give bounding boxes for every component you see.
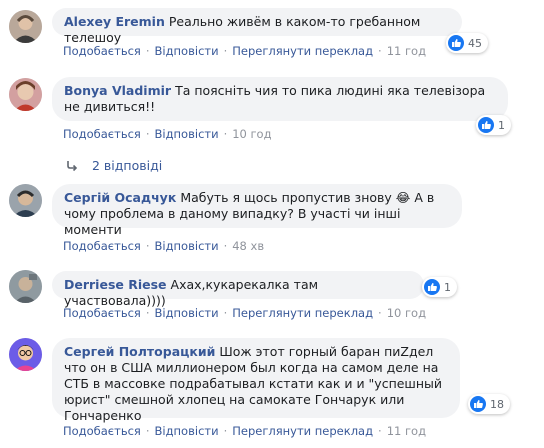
- separator: ·: [378, 44, 382, 58]
- reply-link[interactable]: Відповісти: [155, 424, 219, 438]
- comment-author[interactable]: Derriese Riese: [64, 277, 167, 292]
- like-link[interactable]: Подобається: [63, 306, 141, 320]
- reaction-count[interactable]: 45: [446, 33, 488, 53]
- separator: ·: [145, 127, 150, 141]
- comment-bubble: Derriese Riese Ахах,кукарекалка там участ…: [52, 271, 424, 308]
- separator: ·: [145, 239, 150, 253]
- separator: ·: [145, 424, 150, 438]
- comment-actions: Подобається · Відповісти · Переглянути п…: [63, 424, 426, 438]
- like-reaction-icon: [424, 279, 440, 295]
- comment-text: Мабуть я щось пропустив знову: [180, 190, 392, 205]
- avatar[interactable]: [9, 270, 42, 303]
- comment: Сергей Полторацкий Шож этот горный баран …: [0, 330, 544, 448]
- separator: ·: [223, 127, 228, 141]
- separator: ·: [223, 306, 228, 320]
- comment-timestamp[interactable]: 10 год: [232, 127, 271, 141]
- reply-link[interactable]: Відповісти: [155, 306, 219, 320]
- comment-timestamp[interactable]: 48 хв: [232, 239, 264, 253]
- reaction-count[interactable]: 1: [422, 277, 457, 297]
- translate-link[interactable]: Переглянути переклад: [232, 306, 373, 320]
- comment-author[interactable]: Alexey Eremin: [64, 14, 165, 29]
- comment-actions: Подобається · Відповісти · Переглянути п…: [63, 44, 426, 58]
- like-reaction-icon: [478, 117, 494, 133]
- comment-actions: Подобається · Відповісти · 10 год: [63, 127, 272, 141]
- reaction-count[interactable]: 1: [476, 115, 511, 135]
- like-link[interactable]: Подобається: [63, 424, 141, 438]
- comment-bubble: Bonya Vladimir Та поясніть чия то пика лю…: [52, 77, 508, 121]
- reply-link[interactable]: Відповісти: [155, 127, 219, 141]
- reaction-number: 18: [490, 397, 504, 411]
- comment: Alexey Eremin Реально живём в каком-то гр…: [0, 0, 544, 64]
- like-reaction-icon: [470, 396, 486, 412]
- avatar[interactable]: [9, 184, 42, 217]
- separator: ·: [223, 44, 228, 58]
- comment: Derriese Riese Ахах,кукарекалка там участ…: [0, 262, 544, 326]
- reaction-number: 1: [498, 118, 505, 132]
- comment-author[interactable]: Сергій Осадчук: [64, 190, 176, 205]
- separator: ·: [223, 239, 228, 253]
- comment-author[interactable]: Bonya Vladimir: [64, 83, 171, 98]
- comment-bubble: Сергій Осадчук Мабуть я щось пропустив зн…: [52, 184, 462, 237]
- separator: ·: [378, 306, 382, 320]
- reaction-number: 1: [444, 280, 451, 294]
- comment-timestamp[interactable]: 10 год: [387, 306, 426, 320]
- laughing-emoji-icon: 😂: [395, 190, 411, 205]
- avatar[interactable]: [9, 338, 42, 371]
- reply-link[interactable]: Відповісти: [155, 239, 219, 253]
- comment-timestamp[interactable]: 11 год: [387, 424, 426, 438]
- comment-timestamp[interactable]: 11 год: [387, 44, 426, 58]
- comment: Bonya Vladimir Та поясніть чия то пика лю…: [0, 64, 544, 154]
- reaction-count[interactable]: 18: [468, 394, 510, 414]
- replies-count-label[interactable]: 2 відповіді: [92, 158, 162, 173]
- comment-bubble: Сергей Полторацкий Шож этот горный баран …: [52, 338, 460, 423]
- comment-actions: Подобається · Відповісти · 48 хв: [63, 239, 264, 253]
- comment-bubble: Alexey Eremin Реально живём в каком-то гр…: [52, 8, 462, 45]
- like-link[interactable]: Подобається: [63, 239, 141, 253]
- like-link[interactable]: Подобається: [63, 127, 141, 141]
- comment-author[interactable]: Сергей Полторацкий: [64, 344, 215, 359]
- reaction-number: 45: [468, 36, 482, 50]
- separator: ·: [378, 424, 382, 438]
- avatar[interactable]: [9, 78, 42, 111]
- comment: Сергій Осадчук Мабуть я щось пропустив зн…: [0, 176, 544, 256]
- like-reaction-icon: [448, 35, 464, 51]
- separator: ·: [145, 44, 150, 58]
- view-replies-link[interactable]: 2 відповіді: [66, 158, 162, 173]
- avatar[interactable]: [9, 10, 42, 43]
- separator: ·: [223, 424, 228, 438]
- separator: ·: [145, 306, 150, 320]
- translate-link[interactable]: Переглянути переклад: [232, 424, 373, 438]
- like-link[interactable]: Подобається: [63, 44, 141, 58]
- reply-link[interactable]: Відповісти: [155, 44, 219, 58]
- reply-arrow-icon: [66, 160, 78, 172]
- translate-link[interactable]: Переглянути переклад: [232, 44, 373, 58]
- comment-actions: Подобається · Відповісти · Переглянути п…: [63, 306, 426, 320]
